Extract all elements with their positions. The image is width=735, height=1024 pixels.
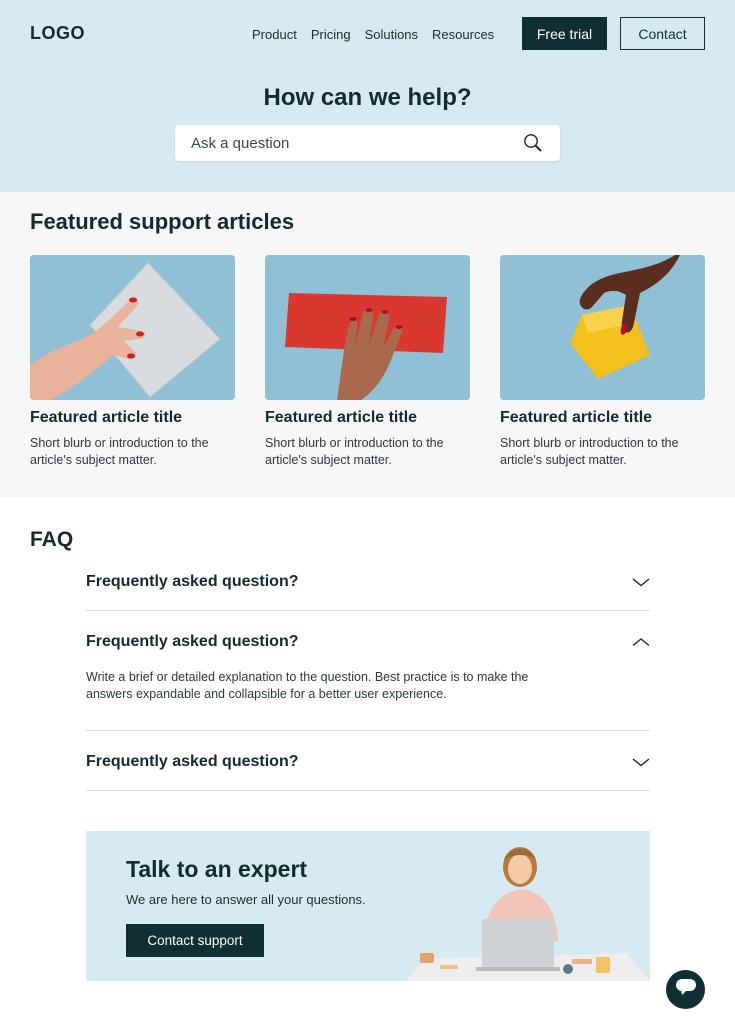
search-box (175, 125, 560, 161)
nav-item-solutions[interactable]: Solutions (365, 27, 418, 42)
hero-section: LOGO Product Pricing Solutions Resources… (0, 0, 735, 192)
faq-question[interactable]: Frequently asked question? (86, 753, 298, 771)
faq-question-row[interactable]: Frequently asked question? (86, 631, 650, 652)
article-blurb: Short blurb or introduction to the artic… (30, 436, 209, 467)
main-nav: Product Pricing Solutions Resources (252, 27, 494, 42)
featured-article-card[interactable]: Featured article title Short blurb or in… (500, 255, 705, 469)
article-image (265, 255, 470, 400)
faq-title: FAQ (30, 528, 74, 551)
article-blurb: Short blurb or introduction to the artic… (500, 436, 679, 467)
article-image (30, 255, 235, 400)
article-title[interactable]: Featured article title (500, 409, 705, 427)
chat-icon (675, 978, 697, 1001)
chevron-down-icon[interactable] (632, 756, 650, 768)
chevron-up-icon[interactable] (632, 636, 650, 648)
cta-subtitle: We are here to answer all your questions… (126, 892, 366, 907)
faq-question[interactable]: Frequently asked question? (86, 633, 298, 651)
expert-illustration (396, 831, 650, 981)
featured-section: Featured support articles Featured artic… (0, 192, 735, 497)
nav-item-product[interactable]: Product (252, 27, 297, 42)
logo[interactable]: LOGO (30, 23, 85, 44)
featured-article-card[interactable]: Featured article title Short blurb or in… (265, 255, 470, 469)
chevron-down-icon[interactable] (632, 576, 650, 588)
search-icon[interactable] (522, 132, 544, 154)
nav-item-pricing[interactable]: Pricing (311, 27, 351, 42)
article-image (500, 255, 705, 400)
faq-answer: Write a brief or detailed explanation to… (86, 670, 529, 701)
article-title[interactable]: Featured article title (30, 409, 235, 427)
faq-question[interactable]: Frequently asked question? (86, 573, 298, 591)
cta-title: Talk to an expert (126, 856, 308, 882)
article-blurb: Short blurb or introduction to the artic… (265, 436, 444, 467)
chat-widget-button[interactable] (666, 970, 705, 1009)
faq-item[interactable]: Frequently asked question? (86, 571, 650, 611)
article-title[interactable]: Featured article title (265, 409, 470, 427)
hero-title: How can we help? (263, 84, 472, 111)
featured-article-card[interactable]: Featured article title Short blurb or in… (30, 255, 235, 469)
contact-support-button[interactable]: Contact support (126, 924, 264, 957)
search-input[interactable] (191, 134, 522, 152)
contact-button[interactable]: Contact (620, 17, 705, 50)
faq-question-row[interactable]: Frequently asked question? (86, 751, 650, 772)
talk-to-expert-banner: Talk to an expert We are here to answer … (86, 831, 650, 981)
nav-item-resources[interactable]: Resources (432, 27, 494, 42)
featured-title: Featured support articles (30, 209, 295, 234)
free-trial-button[interactable]: Free trial (522, 17, 607, 50)
faq-item-expanded[interactable]: Frequently asked question? Write a brief… (86, 631, 650, 731)
faq-item[interactable]: Frequently asked question? (86, 751, 650, 791)
faq-question-row[interactable]: Frequently asked question? (86, 571, 650, 592)
